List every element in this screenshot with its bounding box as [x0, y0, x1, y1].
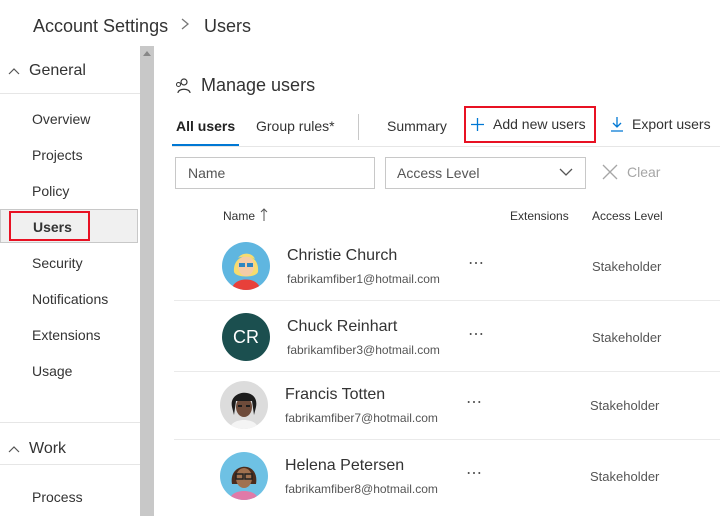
download-icon [611, 117, 623, 132]
more-actions-button[interactable]: ⋯ [468, 324, 485, 344]
column-header-extensions[interactable]: Extensions [510, 209, 569, 223]
user-name: Helena Petersen [285, 457, 405, 474]
user-name: Christie Church [287, 247, 398, 264]
chevron-down-icon [559, 168, 573, 176]
table-row[interactable]: Helena Petersen fabrikamfiber8@hotmail.c… [174, 441, 720, 511]
sidebar-item-projects[interactable]: Projects [0, 138, 138, 172]
scroll-up-icon[interactable] [143, 51, 151, 56]
user-email: fabrikamfiber3@hotmail.com [287, 343, 440, 357]
chevron-up-icon [8, 446, 20, 453]
clear-filters-button[interactable]: Clear [602, 164, 660, 180]
sidebar-item-security[interactable]: Security [0, 246, 138, 280]
avatar: CR [222, 313, 270, 361]
access-level-value: Stakeholder [590, 469, 660, 484]
sidebar-scrollbar[interactable] [140, 46, 154, 516]
user-photo-icon [220, 381, 268, 429]
divider [0, 422, 140, 423]
user-name: Francis Totten [285, 386, 386, 403]
breadcrumb-users: Users [204, 16, 252, 36]
chevron-up-icon [8, 68, 20, 75]
table-row[interactable]: CR Chuck Reinhart fabrikamfiber3@hotmail… [174, 302, 720, 372]
access-level-value: Stakeholder [592, 259, 662, 274]
sidebar-item-label: Usage [32, 363, 73, 379]
divider [358, 114, 359, 140]
sidebar-group-label: General [29, 62, 86, 79]
sidebar-item-label: Extensions [32, 327, 101, 343]
sidebar-item-label: Notifications [32, 291, 109, 307]
more-actions-button[interactable]: ⋯ [468, 253, 485, 273]
chevron-right-icon [181, 18, 190, 30]
access-level-dropdown-label: Access Level [397, 165, 480, 181]
divider [174, 439, 720, 440]
user-email: fabrikamfiber8@hotmail.com [285, 482, 438, 496]
sidebar-group-general[interactable]: General [8, 62, 86, 80]
divider [0, 464, 140, 465]
page-title: Manage users [175, 75, 315, 96]
sidebar-item-label: Projects [32, 147, 83, 163]
sidebar-item-label: Process [32, 489, 83, 505]
tab-summary[interactable]: Summary [387, 118, 447, 134]
tab-group-rules[interactable]: Group rules* [256, 118, 335, 134]
divider [174, 300, 720, 301]
sidebar-item-extensions[interactable]: Extensions [0, 318, 138, 352]
sidebar-item-label: Overview [32, 111, 91, 127]
sidebar-item-notifications[interactable]: Notifications [0, 282, 138, 316]
sidebar-group-label: Work [29, 440, 67, 457]
sidebar-item-usage[interactable]: Usage [0, 354, 138, 388]
access-level-value: Stakeholder [592, 330, 662, 345]
page-title-text: Manage users [201, 75, 316, 95]
avatar [220, 381, 268, 429]
export-users-label: Export users [632, 116, 711, 132]
user-email: fabrikamfiber7@hotmail.com [285, 411, 438, 425]
sidebar-item-label: Policy [32, 183, 70, 199]
avatar [222, 242, 270, 290]
column-header-name[interactable]: Name [223, 209, 255, 223]
table-row[interactable]: Christie Church fabrikamfiber1@hotmail.c… [174, 231, 720, 301]
clear-filters-label: Clear [627, 164, 661, 180]
table-row[interactable]: Francis Totten fabrikamfiber7@hotmail.co… [174, 370, 720, 440]
user-photo-icon [222, 242, 270, 290]
sidebar-item-overview[interactable]: Overview [0, 102, 138, 136]
sidebar-item-policy[interactable]: Policy [0, 174, 138, 208]
export-users-button[interactable]: Export users [610, 116, 711, 132]
close-icon [602, 164, 618, 180]
highlight-box [9, 211, 90, 241]
divider [0, 93, 140, 94]
more-actions-button[interactable]: ⋯ [466, 463, 483, 483]
more-actions-button[interactable]: ⋯ [466, 392, 483, 412]
access-level-dropdown[interactable]: Access Level [385, 157, 586, 189]
sort-ascending-icon[interactable] [260, 208, 268, 222]
highlight-box [464, 106, 596, 143]
sidebar-item-process[interactable]: Process [0, 480, 138, 514]
name-filter-input[interactable] [175, 157, 375, 189]
user-email: fabrikamfiber1@hotmail.com [287, 272, 440, 286]
divider [172, 146, 720, 147]
users-icon [176, 77, 191, 93]
user-name: Chuck Reinhart [287, 318, 398, 335]
scrollbar-thumb[interactable] [140, 64, 154, 516]
sidebar-item-label: Security [32, 255, 83, 271]
access-level-value: Stakeholder [590, 398, 660, 413]
tab-all-users[interactable]: All users [176, 118, 235, 134]
sidebar-group-work[interactable]: Work [8, 440, 66, 458]
column-header-access-level[interactable]: Access Level [592, 209, 663, 223]
breadcrumb-account-settings[interactable]: Account Settings [33, 16, 168, 37]
avatar [220, 452, 268, 500]
user-photo-icon [220, 452, 268, 500]
header-bar: Account Settings Users [0, 0, 720, 52]
